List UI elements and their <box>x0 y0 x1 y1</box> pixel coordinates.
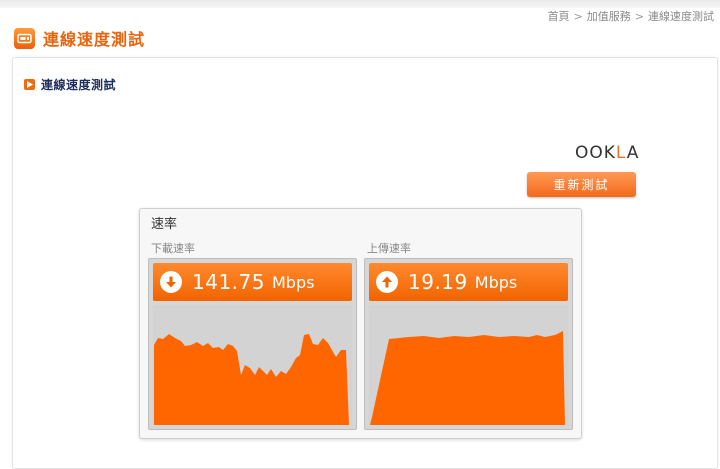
section-heading-text: 連線速度測試 <box>41 78 117 92</box>
download-speed-value: 141.75 <box>192 270 265 294</box>
breadcrumb-value-added-services[interactable]: 加值服務 <box>587 8 631 24</box>
top-bar <box>0 0 720 8</box>
speed-panel-title: 速率 <box>151 217 178 232</box>
page-header: 連線速度測試 <box>14 26 145 50</box>
logo-text: A <box>626 143 640 163</box>
upload-speed-unit: Mbps <box>474 272 518 292</box>
upload-graph-area <box>370 331 565 425</box>
breadcrumb-home[interactable]: 首頁 <box>548 8 570 24</box>
breadcrumb: 首頁 > 加值服務 > 連線速度測試 <box>548 8 714 24</box>
play-bullet-icon <box>24 79 35 90</box>
upload-speed-value: 19.19 <box>408 270 468 294</box>
retest-button[interactable]: 重新測試 <box>527 172 636 197</box>
logo-text-accent: L <box>615 143 627 163</box>
download-label: 下載速率 <box>151 242 195 255</box>
upload-card: 19.19 Mbps <box>364 258 573 430</box>
logo-text: OOK <box>575 143 616 163</box>
download-card: 141.75 Mbps <box>148 258 357 430</box>
download-header: 141.75 Mbps <box>153 263 352 301</box>
download-graph-area <box>154 334 349 425</box>
page-title: 連線速度測試 <box>43 30 146 49</box>
arrow-up-icon <box>376 271 398 293</box>
breadcrumb-separator: > <box>573 9 583 23</box>
breadcrumb-separator: > <box>634 9 644 23</box>
breadcrumb-current-page: 連線速度測試 <box>648 10 714 23</box>
ookla-logo: OOKLA <box>575 143 639 163</box>
upload-header: 19.19 Mbps <box>369 263 568 301</box>
download-speed-unit: Mbps <box>271 272 315 292</box>
download-graph <box>153 305 352 425</box>
section-heading: 連線速度測試 <box>24 76 116 93</box>
arrow-down-icon <box>160 271 182 293</box>
upload-label: 上傳速率 <box>367 242 411 255</box>
speedometer-icon <box>14 27 35 49</box>
upload-graph <box>369 305 568 425</box>
